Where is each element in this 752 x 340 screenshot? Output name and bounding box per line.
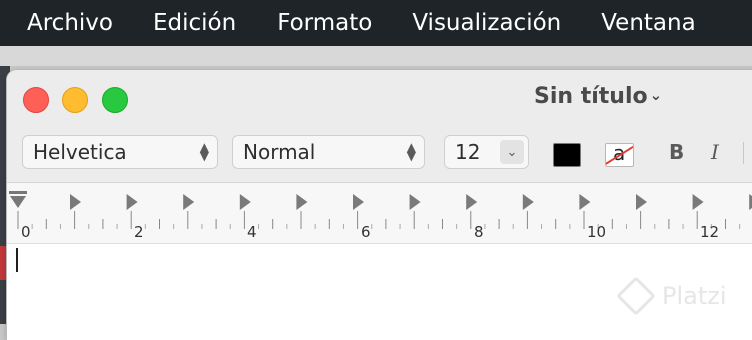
text-color-well[interactable] [553, 143, 581, 167]
ruler-labels: 0 2 4 6 8 10 12 [21, 223, 719, 241]
font-size-combo[interactable]: 12 ⌄ [444, 135, 529, 169]
chevron-down-icon[interactable]: ⌄ [500, 140, 524, 164]
menu-archivo[interactable]: Archivo [27, 10, 113, 36]
tab-stop-marker[interactable] [409, 194, 421, 210]
tab-stop-marker[interactable] [239, 194, 251, 210]
italic-button[interactable]: I [711, 140, 719, 164]
minimize-button[interactable] [62, 87, 88, 113]
platzi-logo-icon [616, 276, 656, 316]
bold-button[interactable]: B [669, 140, 684, 164]
ruler-label: 4 [247, 223, 257, 241]
zoom-button[interactable] [102, 87, 128, 113]
tab-stop-marker[interactable] [70, 194, 81, 210]
font-size-value: 12 [455, 140, 481, 164]
up-down-chevron-icon: ▲ ▼ [199, 140, 209, 163]
text-cursor [16, 248, 18, 272]
font-family-value: Helvetica [33, 140, 127, 164]
tab-stop-marker[interactable] [466, 194, 478, 210]
menu-visualizacion[interactable]: Visualización [412, 10, 561, 36]
menu-edicion[interactable]: Edición [153, 10, 236, 36]
font-family-select[interactable]: Helvetica ▲ ▼ [22, 135, 218, 169]
tab-stop-marker[interactable] [579, 194, 591, 210]
tab-stop-marker[interactable] [126, 194, 138, 210]
tab-stop-markers[interactable] [70, 194, 752, 210]
ruler-label: 6 [361, 223, 371, 241]
tab-stop-marker[interactable] [692, 194, 704, 210]
menu-formato[interactable]: Formato [277, 10, 372, 36]
left-margin-marker[interactable] [9, 191, 27, 208]
platzi-watermark: Platzi [616, 276, 727, 316]
toolbar-divider [743, 142, 744, 164]
tab-stop-marker[interactable] [522, 194, 534, 210]
background-window-strip [0, 46, 752, 66]
ruler-label: 10 [587, 223, 606, 241]
menu-bar: Archivo Edición Formato Visualización Ve… [0, 0, 752, 46]
up-down-chevron-icon: ▲ ▼ [406, 140, 416, 163]
font-style-select[interactable]: Normal ▲ ▼ [232, 135, 425, 169]
ruler-label: 2 [134, 223, 144, 241]
tab-stop-marker[interactable] [296, 194, 308, 210]
ruler-label: 8 [474, 223, 484, 241]
ruler-label: 12 [700, 223, 719, 241]
watermark-text: Platzi [662, 282, 727, 310]
chevron-down-icon: ⌄ [649, 86, 663, 104]
window-title[interactable]: Sin título ⌄ [534, 84, 662, 109]
window-title-text: Sin título [534, 84, 648, 109]
menu-ventana[interactable]: Ventana [601, 10, 695, 36]
tab-stop-marker[interactable] [353, 194, 364, 210]
title-bar: Sin título ⌄ Helvetica ▲ ▼ Normal ▲ ▼ 12 ⌄ … [7, 70, 752, 183]
ruler-graphic: 0 2 4 6 8 10 12 [9, 191, 752, 241]
background-color-well[interactable]: a [605, 143, 634, 167]
tab-stop-marker[interactable] [183, 194, 195, 210]
ruler[interactable]: 0 2 4 6 8 10 12 [7, 183, 752, 244]
ruler-ticks [17, 211, 741, 229]
close-button[interactable] [23, 87, 49, 113]
ruler-label: 0 [21, 223, 31, 241]
font-style-value: Normal [243, 140, 316, 164]
tab-stop-marker[interactable] [636, 194, 647, 210]
